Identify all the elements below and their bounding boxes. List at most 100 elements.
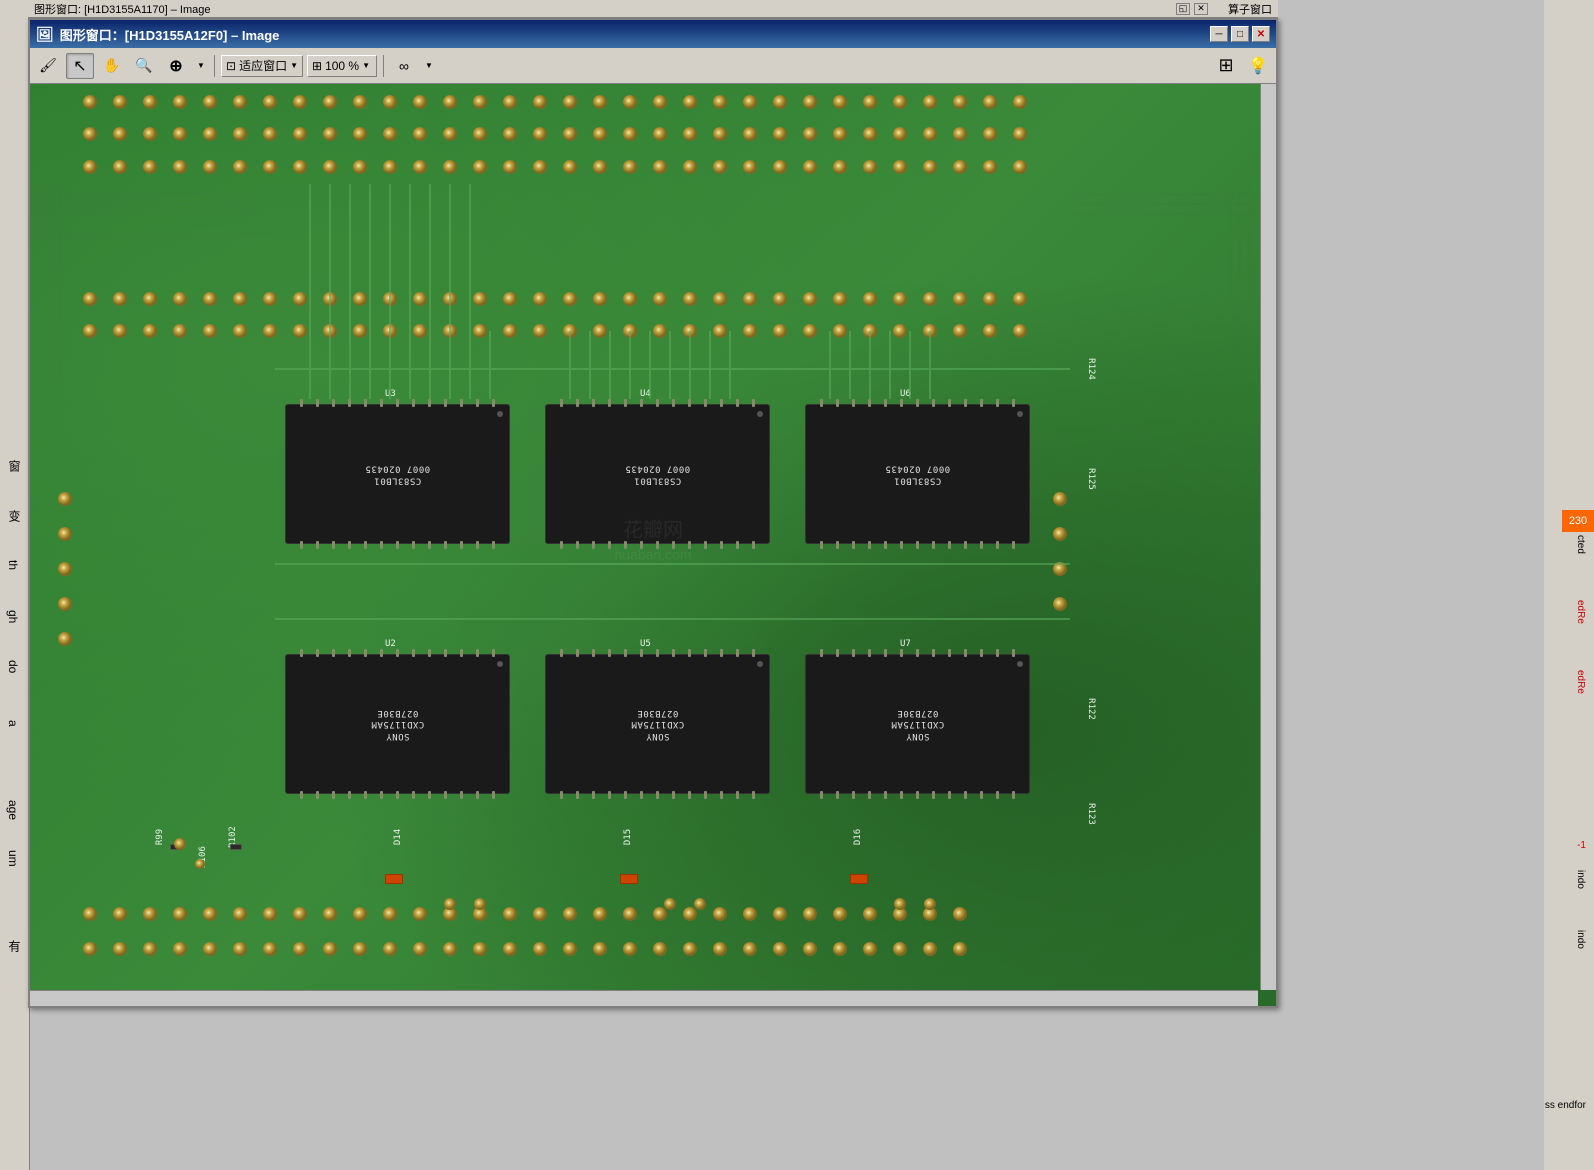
- pin: [720, 649, 723, 657]
- pin: [444, 791, 447, 799]
- layers-button[interactable]: ⊞: [1212, 53, 1240, 79]
- pin: [364, 649, 367, 657]
- ic-text-u15: SONY CXD1175AM 027B30E: [631, 706, 684, 741]
- pin: [704, 541, 707, 549]
- top-maximize-button[interactable]: ✕: [1194, 3, 1208, 15]
- pin: [916, 399, 919, 407]
- pin: [932, 791, 935, 799]
- bulb-button[interactable]: 💡: [1244, 53, 1272, 79]
- minimize-button[interactable]: ─: [1210, 26, 1228, 42]
- right-text-edre2: edRe: [1575, 670, 1586, 694]
- ic-dot-u15: [757, 661, 763, 667]
- ic-pins-bottom-u17: [806, 791, 1029, 799]
- pin: [476, 791, 479, 799]
- zoom-dropdown-arrow-button[interactable]: ▼: [194, 53, 208, 79]
- pin: [460, 649, 463, 657]
- pin: [492, 541, 495, 549]
- hand-tool-button[interactable]: ✋: [98, 53, 126, 79]
- ic-line1-u17: CXD1175AM: [891, 718, 944, 730]
- title-bar-buttons[interactable]: ─ □ ✕: [1210, 26, 1270, 42]
- fit-window-dropdown[interactable]: ⊡ 适应窗口 ▼: [221, 55, 303, 77]
- layers-icon: ⊞: [1218, 55, 1233, 76]
- restore-button[interactable]: ◱: [1176, 3, 1190, 15]
- ic-chip-u12: SONY CXD1175AM 027B30E: [285, 654, 510, 794]
- pin: [412, 541, 415, 549]
- right-text-num: -1: [1577, 840, 1586, 851]
- ic-line2-u13: 0007 020435: [365, 462, 430, 474]
- ic-chip-u14: CS83LB01 0007 020435: [545, 404, 770, 544]
- hand-icon: ✋: [103, 57, 120, 74]
- pin: [916, 791, 919, 799]
- pin: [656, 649, 659, 657]
- ic-pins-top-u16: [806, 399, 1029, 407]
- pin: [428, 541, 431, 549]
- pin: [1012, 399, 1015, 407]
- pin: [576, 541, 579, 549]
- pin: [836, 791, 839, 799]
- pin: [492, 649, 495, 657]
- ic-dot-u14: [757, 411, 763, 417]
- smd-d16: [850, 874, 868, 884]
- pin: [332, 649, 335, 657]
- pin: [672, 791, 675, 799]
- pin: [576, 791, 579, 799]
- subwindow-label: 算子窗口: [1228, 1, 1272, 17]
- top-controls[interactable]: ◱ ✕: [1176, 3, 1208, 15]
- pin: [900, 791, 903, 799]
- brush-tool-button[interactable]: 🖌: [34, 53, 62, 79]
- pin: [852, 399, 855, 407]
- pin: [364, 399, 367, 407]
- zoom-in-button[interactable]: ⊕: [162, 53, 190, 79]
- ic-text-u14: CS83LB01 0007 020435: [625, 462, 690, 485]
- pin: [704, 649, 707, 657]
- pin: [688, 541, 691, 549]
- pin: [640, 399, 643, 407]
- horizontal-scrollbar[interactable]: [30, 990, 1258, 1006]
- title-bar: 🖼 图形窗口：[H1D3155A12F0] – Image ─ □ ✕: [30, 20, 1276, 48]
- pin: [364, 541, 367, 549]
- pin: [656, 399, 659, 407]
- ic-line1-u15: CXD1175AM: [631, 718, 684, 730]
- pin: [656, 791, 659, 799]
- sidebar-label-gh: gh: [6, 610, 20, 623]
- pin: [656, 541, 659, 549]
- close-button[interactable]: ✕: [1252, 26, 1270, 42]
- pin: [348, 649, 351, 657]
- ic-pins-bottom-u12: [286, 791, 509, 799]
- pin: [608, 399, 611, 407]
- pin: [820, 791, 823, 799]
- pin: [964, 399, 967, 407]
- smd-r102: [230, 844, 242, 850]
- right-text-indo2: indo: [1575, 930, 1586, 949]
- ic-pins-bottom-u16: [806, 541, 1029, 549]
- pin: [980, 649, 983, 657]
- pin: [592, 649, 595, 657]
- zoom-tool-button[interactable]: 🔍: [130, 53, 158, 79]
- select-tool-button[interactable]: ↖: [66, 53, 94, 79]
- right-panel: 230 cted edRe edRe -1 indo indo ss endfo…: [1544, 0, 1594, 1170]
- sidebar-label-th: th: [6, 560, 20, 570]
- zoom-icon: 🔍: [135, 57, 152, 74]
- fit-window-icon: ⊡: [226, 59, 236, 73]
- pin: [836, 541, 839, 549]
- pin: [300, 399, 303, 407]
- maximize-button[interactable]: □: [1231, 26, 1249, 42]
- zoom-percent-dropdown[interactable]: ⊞ 100 % ▼: [307, 55, 377, 77]
- vertical-scrollbar[interactable]: [1260, 84, 1276, 990]
- pin: [624, 399, 627, 407]
- pin: [608, 541, 611, 549]
- pin: [980, 541, 983, 549]
- ic-line1-u12: CXD1175AM: [371, 718, 424, 730]
- link-tool-button[interactable]: ∞: [390, 53, 418, 79]
- pin: [492, 399, 495, 407]
- zoom-dropdown-arrow-icon: ▼: [197, 61, 205, 70]
- pin: [640, 541, 643, 549]
- toolbar: 🖌 ↖ ✋ 🔍 ⊕ ▼ ⊡ 适应窗口 ▼ ⊞ 100 %: [30, 48, 1276, 84]
- pin: [752, 791, 755, 799]
- link-dropdown-button[interactable]: ▼: [422, 53, 436, 79]
- image-area: CS83LB01 0007 020435: [30, 84, 1276, 1006]
- pin: [380, 399, 383, 407]
- pin: [460, 791, 463, 799]
- sidebar-label-you: 有: [6, 940, 23, 952]
- ic-text-u12: SONY CXD1175AM 027B30E: [371, 706, 424, 741]
